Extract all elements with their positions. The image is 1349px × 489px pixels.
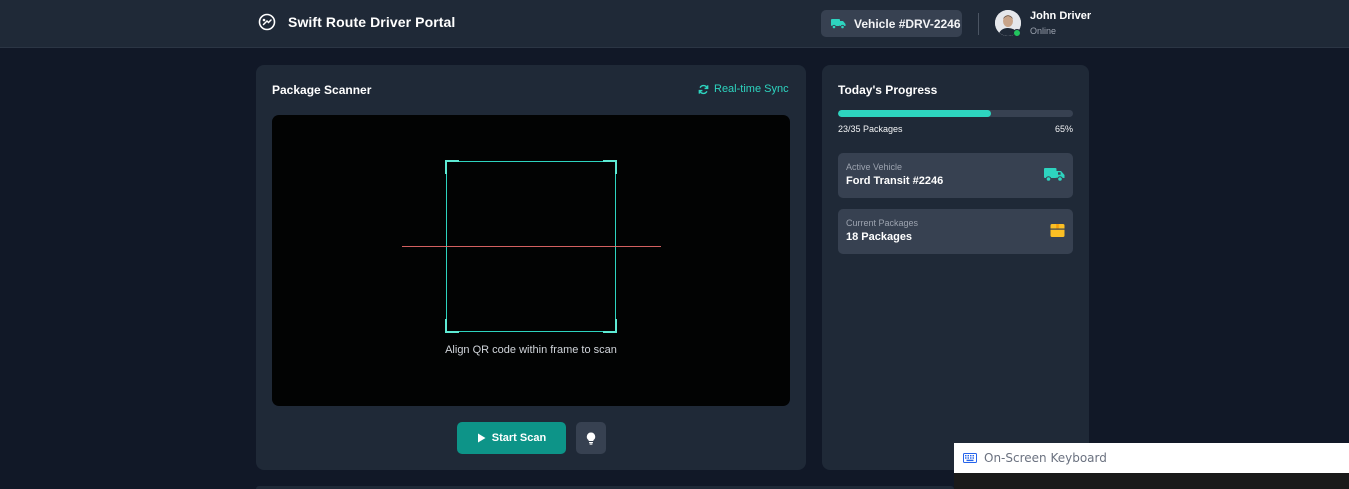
vehicle-chip-label: Vehicle #DRV-2246	[854, 16, 961, 31]
active-vehicle-card[interactable]: Active Vehicle Ford Transit #2246	[838, 153, 1073, 198]
top-navigation-bar: Swift Route Driver Portal Vehicle #DRV-2…	[0, 0, 1349, 48]
camera-viewport[interactable]: Align QR code within frame to scan	[272, 115, 790, 406]
packages-progress-text: 23/35 Packages	[838, 124, 903, 134]
brand[interactable]: Swift Route Driver Portal	[258, 13, 455, 31]
frame-corner-bottom-right	[603, 319, 617, 333]
frame-corner-top-left	[445, 160, 459, 174]
sync-icon	[698, 84, 709, 94]
sync-label: Real-time Sync	[714, 83, 789, 95]
play-icon	[477, 433, 486, 443]
start-scan-button[interactable]: Start Scan	[457, 422, 566, 454]
active-vehicle-label: Active Vehicle	[846, 162, 903, 172]
scan-line	[402, 246, 661, 247]
online-status-dot	[1013, 29, 1021, 37]
on-screen-keyboard-body[interactable]	[954, 473, 1349, 489]
current-packages-value: 18 Packages	[846, 231, 913, 243]
user-name[interactable]: John Driver	[1030, 10, 1091, 22]
header-divider	[978, 13, 979, 35]
on-screen-keyboard-bar[interactable]: On-Screen Keyboard	[954, 443, 1349, 473]
active-vehicle-value: Ford Transit #2246	[846, 175, 944, 187]
start-scan-label: Start Scan	[491, 432, 547, 444]
current-packages-label: Current Packages	[846, 218, 919, 228]
user-status: Online	[1030, 26, 1057, 36]
scan-hint: Align QR code within frame to scan	[445, 344, 617, 356]
app-title: Swift Route Driver Portal	[288, 14, 456, 30]
frame-corner-top-right	[603, 160, 617, 174]
progress-title: Today's Progress	[838, 83, 938, 97]
route-logo-icon	[258, 13, 276, 31]
realtime-sync-indicator[interactable]: Real-time Sync	[698, 83, 789, 95]
progress-bar	[838, 110, 1073, 117]
todays-progress-card: Today's Progress 23/35 Packages 65% Acti…	[822, 65, 1089, 470]
truck-icon	[831, 19, 846, 29]
progress-bar-fill	[838, 110, 991, 117]
package-scanner-card: Package Scanner Real-time Sync Align QR …	[256, 65, 806, 470]
truck-icon	[1044, 168, 1065, 182]
keyboard-title: On-Screen Keyboard	[984, 451, 1107, 465]
current-packages-card[interactable]: Current Packages 18 Packages	[838, 209, 1073, 254]
vehicle-chip[interactable]: Vehicle #DRV-2246	[821, 10, 962, 37]
keyboard-icon	[963, 453, 977, 463]
package-box-icon	[1050, 224, 1065, 237]
flashlight-button[interactable]	[576, 422, 606, 454]
frame-corner-bottom-left	[445, 319, 459, 333]
scanner-title: Package Scanner	[272, 83, 372, 97]
lightbulb-icon	[586, 432, 596, 445]
progress-percent: 65%	[1054, 124, 1073, 134]
